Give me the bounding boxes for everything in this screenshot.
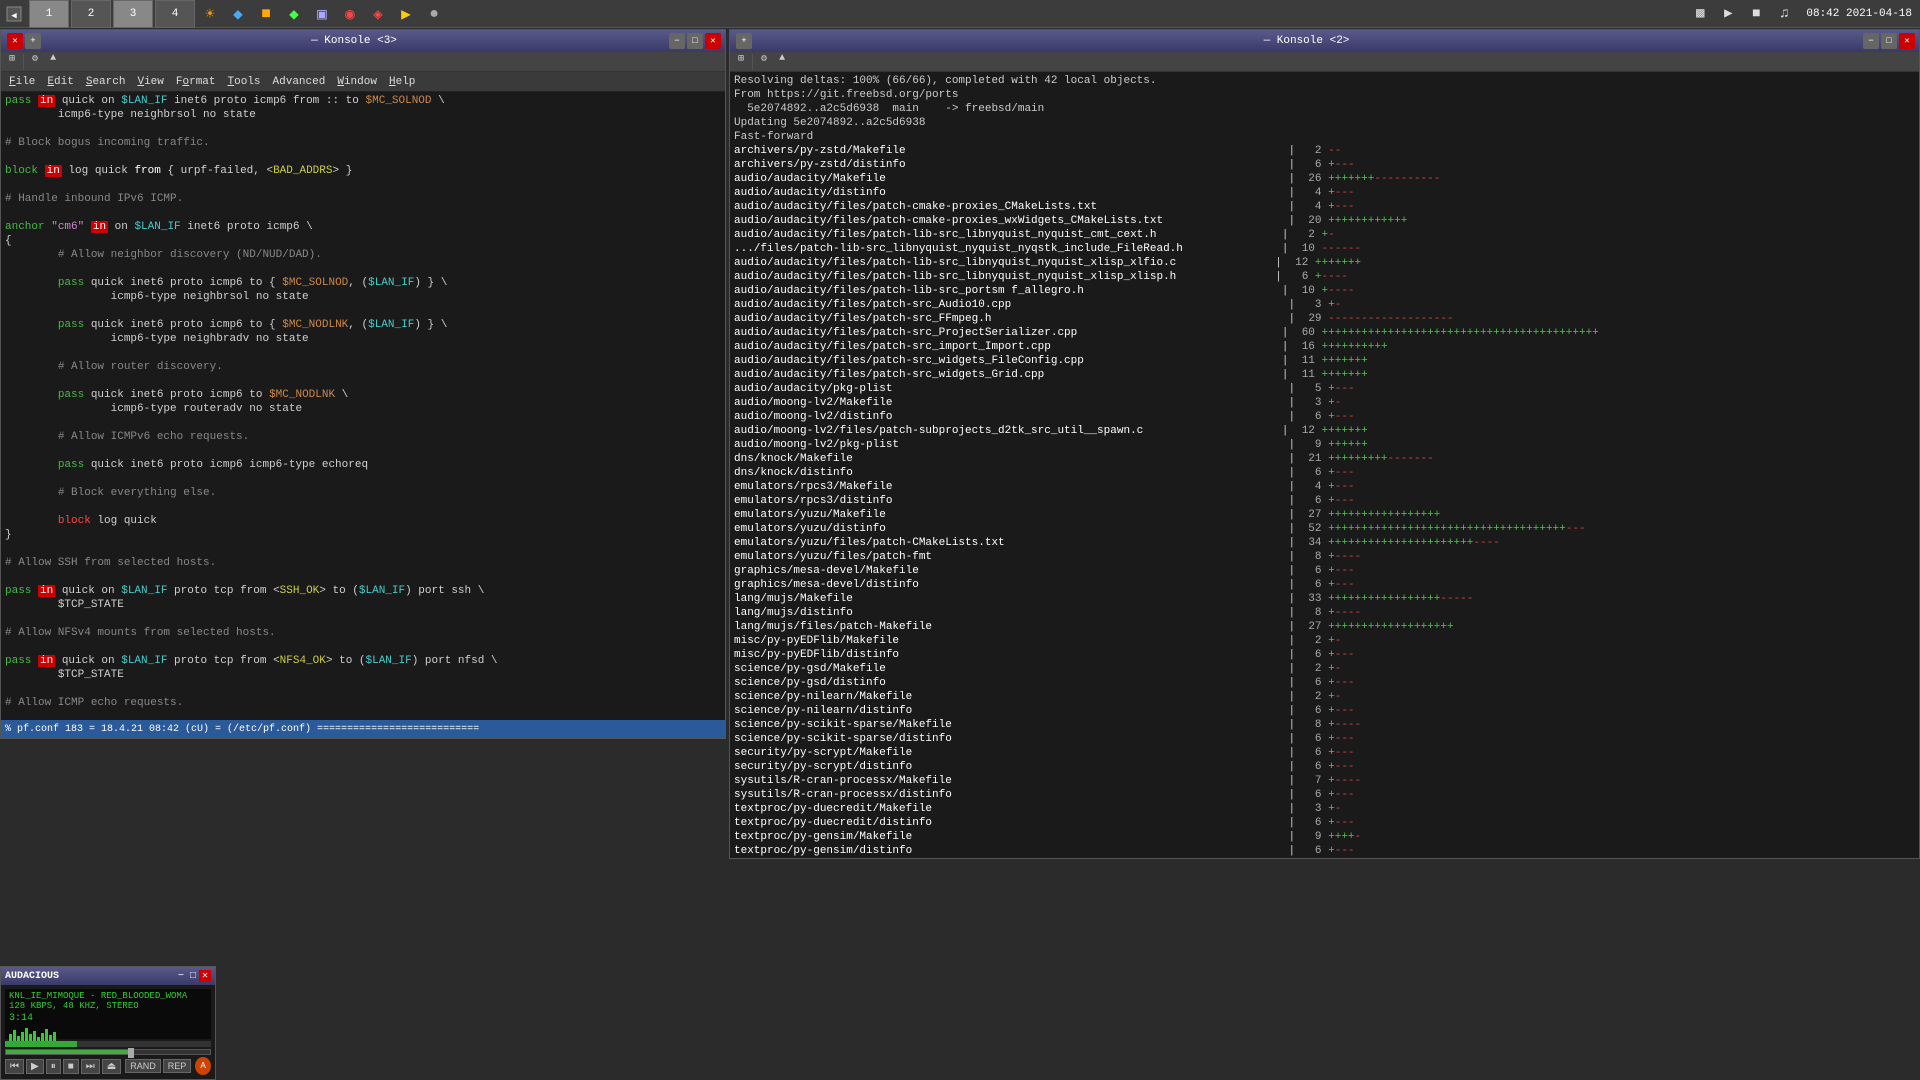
konsole-3-close-btn[interactable]: ✕	[7, 33, 23, 49]
konsole-3-statusbar: % pf.conf 183 = 18.4.21 08:42 (cU) = (/e…	[1, 720, 725, 738]
audacious-volume-handle[interactable]	[128, 1048, 134, 1058]
taskbar-icon-prev[interactable]: ◀	[0, 0, 28, 28]
audacious-next-btn[interactable]: ⏭	[81, 1059, 100, 1074]
taskbar: ◀ 1 2 3 4 ☀ ◆ ■ ◆ ▣ ◉ ◈ ▶ ● ▩ ▶ ■ ♫ 08:4…	[0, 0, 1920, 28]
audacious-volume-slider[interactable]	[5, 1049, 211, 1055]
audacious-close-btn[interactable]: ✕	[199, 970, 211, 982]
tray-media2-icon[interactable]: ▩	[1686, 0, 1714, 28]
menu-edit[interactable]: Edit	[41, 72, 79, 92]
audacious-bitrate: 128 KBPS, 48 KHZ, STEREO	[9, 1001, 207, 1011]
konsole-3-maximize-btn[interactable]: □	[687, 33, 703, 49]
konsole-2-tb-settings[interactable]: ⚙	[755, 53, 773, 71]
audacious-progress-bar[interactable]	[5, 1041, 211, 1047]
audacious-volume-fill	[6, 1050, 128, 1054]
audacious-pause-btn[interactable]: ⏸	[46, 1059, 61, 1074]
audacious-controls: ⏮ ▶ ⏸ ■ ⏭ ⏏ RAND REP A	[5, 1057, 211, 1075]
audacious-minimize-btn[interactable]: −	[175, 971, 187, 982]
menu-advanced[interactable]: Advanced	[267, 72, 332, 92]
tray-app1-icon[interactable]: ◆	[280, 0, 308, 28]
taskbar-btn-2[interactable]: 2	[71, 0, 111, 28]
konsole-3-titlebar[interactable]: ✕ + — Konsole <3> − □ ✕	[1, 30, 725, 52]
tray-firefox-icon[interactable]: ☀	[196, 0, 224, 28]
menu-tools[interactable]: Tools	[222, 72, 267, 92]
audacious-time: 3:14	[9, 1013, 33, 1024]
taskbar-btn-1[interactable]: 1	[29, 0, 69, 28]
konsole-2-maximize-btn[interactable]: □	[1881, 33, 1897, 49]
menu-format[interactable]: Format	[170, 72, 222, 92]
konsole-2-window: + — Konsole <2> − □ ✕ ⊞ ⚙ ▲ Resolving de…	[729, 29, 1920, 859]
konsole-2-content[interactable]: Resolving deltas: 100% (66/66), complete…	[730, 72, 1919, 858]
konsole-2-toolbar: ⊞ ⚙ ▲	[730, 52, 1919, 72]
svg-text:◀: ◀	[11, 11, 17, 21]
tray-game1-icon[interactable]: ◉	[336, 0, 364, 28]
audacious-maximize-btn[interactable]: □	[187, 971, 199, 982]
audacious-titlebar[interactable]: AUDACIOUS − □ ✕	[1, 967, 215, 985]
konsole-2-tb-scroll[interactable]: ▲	[773, 53, 791, 71]
konsole-3-content[interactable]: pass in quick on $LAN_IF inet6 proto icm…	[1, 92, 725, 720]
menu-view[interactable]: View	[131, 72, 169, 92]
konsole-3-menubar: File Edit Search View Format Tools Advan…	[1, 72, 725, 92]
konsole-3-status-text: % pf.conf 183 = 18.4.21 08:42 (cU) = (/e…	[5, 724, 479, 735]
tray-game2-icon[interactable]: ◈	[364, 0, 392, 28]
konsole-3-tb-scroll[interactable]: ▲	[44, 53, 62, 71]
tray-other-icon[interactable]: ●	[420, 0, 448, 28]
audacious-track-name: KNL_IE_MIMOQUE - RED_BLOODED_WOMA	[9, 991, 207, 1001]
menu-search[interactable]: Search	[80, 72, 132, 92]
audacious-play-btn[interactable]: ▶	[26, 1059, 44, 1074]
konsole-3-title: — Konsole <3>	[41, 35, 667, 47]
audacious-open-btn[interactable]: ⏏	[102, 1059, 121, 1074]
tray-konqueror-icon[interactable]: ◆	[224, 0, 252, 28]
audacious-logo: A	[195, 1057, 211, 1075]
audacious-progress-fill	[5, 1041, 77, 1047]
konsole-3-close-x-btn[interactable]: ✕	[705, 33, 721, 49]
audacious-prev-btn[interactable]: ⏮	[5, 1059, 24, 1074]
konsole-2-tb-sep1	[752, 54, 753, 70]
tray-stop-icon[interactable]: ■	[1742, 0, 1770, 28]
konsole-3-tb-new[interactable]: ⊞	[3, 53, 21, 71]
taskbar-btn-3[interactable]: 3	[113, 0, 153, 28]
tray-play-icon[interactable]: ▶	[1714, 0, 1742, 28]
konsole-3-tb-settings[interactable]: ⚙	[26, 53, 44, 71]
tray-media-icon[interactable]: ▶	[392, 0, 420, 28]
audacious-waveform	[9, 1028, 207, 1042]
konsole-3-toolbar: ⊞ ⚙ ▲	[1, 52, 725, 72]
menu-file[interactable]: File	[3, 72, 41, 92]
konsole-2-tb-new[interactable]: ⊞	[732, 53, 750, 71]
audacious-rand-btn[interactable]: RAND	[125, 1059, 161, 1073]
audacious-title-label: AUDACIOUS	[5, 971, 59, 982]
system-clock: 08:42 2021-04-18	[1798, 8, 1920, 20]
menu-window[interactable]: Window	[331, 72, 383, 92]
konsole-3-new-tab-btn[interactable]: +	[25, 33, 41, 49]
konsole-2-close-btn[interactable]: ✕	[1899, 33, 1915, 49]
audacious-stop-btn[interactable]: ■	[63, 1059, 79, 1074]
konsole-2-titlebar[interactable]: + — Konsole <2> − □ ✕	[730, 30, 1919, 52]
tray-files-icon[interactable]: ■	[252, 0, 280, 28]
konsole-3-minimize-btn[interactable]: −	[669, 33, 685, 49]
konsole-2-title: — Konsole <2>	[752, 35, 1861, 47]
tray-vol-icon[interactable]: ♫	[1770, 0, 1798, 28]
konsole-3-window: ✕ + — Konsole <3> − □ ✕ ⊞ ⚙ ▲ File Edit …	[0, 29, 726, 739]
tray-steam-icon[interactable]: ▣	[308, 0, 336, 28]
audacious-body: KNL_IE_MIMOQUE - RED_BLOODED_WOMA 128 KB…	[1, 985, 215, 1079]
audacious-rep-btn[interactable]: REP	[163, 1059, 192, 1073]
audacious-display: KNL_IE_MIMOQUE - RED_BLOODED_WOMA 128 KB…	[5, 989, 211, 1039]
audacious-window: AUDACIOUS − □ ✕ KNL_IE_MIMOQUE - RED_BLO…	[0, 966, 216, 1080]
konsole-2-minimize-btn[interactable]: −	[1863, 33, 1879, 49]
menu-help[interactable]: Help	[383, 72, 421, 92]
taskbar-btn-4[interactable]: 4	[155, 0, 195, 28]
konsole-2-new-tab-btn[interactable]: +	[736, 33, 752, 49]
konsole-3-tb-sep1	[23, 54, 24, 70]
